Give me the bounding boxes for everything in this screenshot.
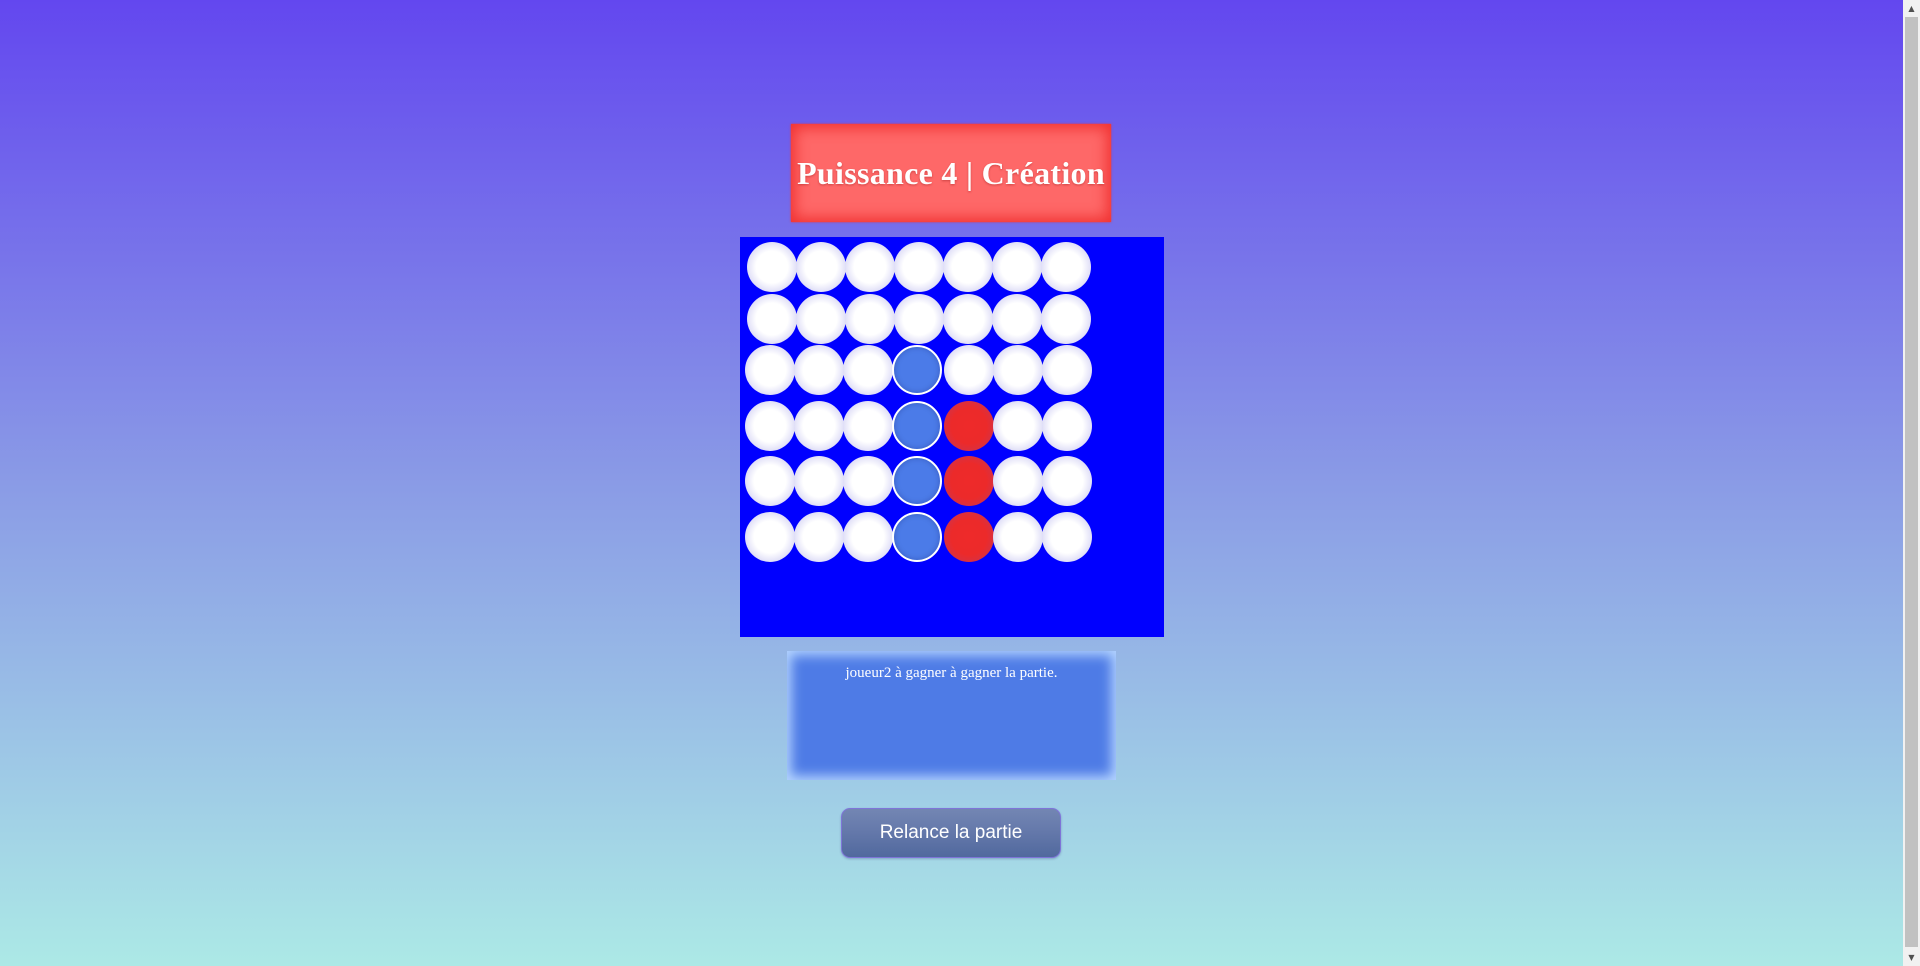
page: Puissance 4 | Création joueur2 à gagner … bbox=[0, 0, 1903, 966]
restart-button[interactable]: Relance la partie bbox=[841, 808, 1061, 858]
board-cell-blue[interactable] bbox=[892, 512, 942, 562]
board-cell-blue[interactable] bbox=[892, 345, 942, 395]
game-board[interactable] bbox=[740, 237, 1164, 637]
board-cell-empty[interactable] bbox=[843, 512, 893, 562]
board-cell-empty[interactable] bbox=[794, 401, 844, 451]
board-cell-empty[interactable] bbox=[745, 456, 795, 506]
board-cell-empty[interactable] bbox=[993, 512, 1043, 562]
board-cell-empty[interactable] bbox=[845, 242, 895, 292]
board-cell-empty[interactable] bbox=[745, 512, 795, 562]
scroll-thumb[interactable] bbox=[1905, 17, 1918, 947]
board-cell-empty[interactable] bbox=[794, 456, 844, 506]
board-cell-blue[interactable] bbox=[892, 456, 942, 506]
board-cell-empty[interactable] bbox=[1041, 294, 1091, 344]
vertical-scrollbar[interactable]: ▲ ▼ bbox=[1903, 0, 1920, 966]
board-cell-empty[interactable] bbox=[747, 294, 797, 344]
board-cell-empty[interactable] bbox=[943, 242, 993, 292]
board-cell-empty[interactable] bbox=[1042, 345, 1092, 395]
board-cell-empty[interactable] bbox=[992, 242, 1042, 292]
board-cell-empty[interactable] bbox=[992, 294, 1042, 344]
board-cell-empty[interactable] bbox=[843, 345, 893, 395]
board-cell-empty[interactable] bbox=[796, 242, 846, 292]
board-cell-empty[interactable] bbox=[993, 345, 1043, 395]
status-message: joueur2 à gagner à gagner la partie. bbox=[845, 665, 1058, 681]
board-cell-blue[interactable] bbox=[892, 401, 942, 451]
board-cell-red[interactable] bbox=[944, 401, 994, 451]
board-cell-empty[interactable] bbox=[794, 345, 844, 395]
scroll-up-arrow-icon[interactable]: ▲ bbox=[1903, 0, 1920, 17]
scroll-down-arrow-icon[interactable]: ▼ bbox=[1903, 949, 1920, 966]
board-cell-empty[interactable] bbox=[1041, 242, 1091, 292]
board-cell-empty[interactable] bbox=[794, 512, 844, 562]
board-cell-empty[interactable] bbox=[944, 345, 994, 395]
board-cell-empty[interactable] bbox=[943, 294, 993, 344]
board-cell-empty[interactable] bbox=[796, 294, 846, 344]
board-cell-empty[interactable] bbox=[894, 294, 944, 344]
board-cell-empty[interactable] bbox=[1042, 401, 1092, 451]
title-banner: Puissance 4 | Création bbox=[791, 124, 1111, 222]
status-panel: joueur2 à gagner à gagner la partie. bbox=[787, 651, 1116, 780]
board-cell-red[interactable] bbox=[944, 456, 994, 506]
board-cell-empty[interactable] bbox=[993, 401, 1043, 451]
board-cell-empty[interactable] bbox=[843, 456, 893, 506]
board-cell-empty[interactable] bbox=[894, 242, 944, 292]
board-cell-empty[interactable] bbox=[747, 242, 797, 292]
board-cell-red[interactable] bbox=[944, 512, 994, 562]
board-cell-empty[interactable] bbox=[1042, 512, 1092, 562]
board-cell-empty[interactable] bbox=[1042, 456, 1092, 506]
board-cell-empty[interactable] bbox=[843, 401, 893, 451]
board-cell-empty[interactable] bbox=[745, 345, 795, 395]
board-cell-empty[interactable] bbox=[745, 401, 795, 451]
page-title: Puissance 4 | Création bbox=[797, 154, 1105, 191]
board-cell-empty[interactable] bbox=[993, 456, 1043, 506]
board-cell-empty[interactable] bbox=[845, 294, 895, 344]
